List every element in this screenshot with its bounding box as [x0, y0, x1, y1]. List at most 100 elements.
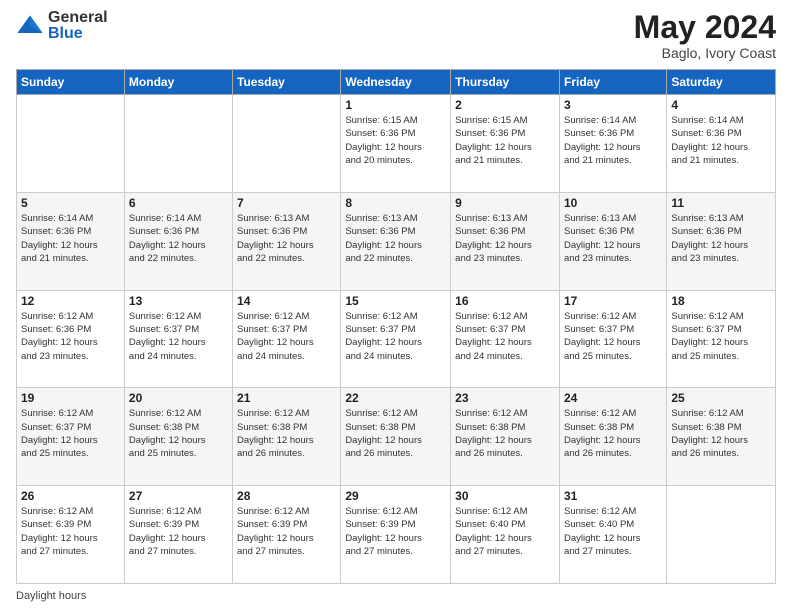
day-header-tuesday: Tuesday — [233, 70, 341, 95]
calendar-cell: 9Sunrise: 6:13 AM Sunset: 6:36 PM Daylig… — [451, 192, 560, 290]
day-number: 12 — [21, 294, 120, 308]
generalblue-icon — [16, 12, 44, 40]
day-number: 8 — [345, 196, 446, 210]
day-info: Sunrise: 6:15 AM Sunset: 6:36 PM Dayligh… — [455, 114, 555, 167]
calendar-cell — [233, 95, 341, 193]
day-info: Sunrise: 6:12 AM Sunset: 6:36 PM Dayligh… — [21, 310, 120, 363]
day-info: Sunrise: 6:12 AM Sunset: 6:39 PM Dayligh… — [21, 505, 120, 558]
day-number: 2 — [455, 98, 555, 112]
day-info: Sunrise: 6:12 AM Sunset: 6:38 PM Dayligh… — [129, 407, 228, 460]
day-info: Sunrise: 6:14 AM Sunset: 6:36 PM Dayligh… — [564, 114, 662, 167]
day-info: Sunrise: 6:14 AM Sunset: 6:36 PM Dayligh… — [671, 114, 771, 167]
month-year: May 2024 — [634, 10, 776, 45]
calendar-week-row: 26 Sunrise: 6:12 AM Sunset: 6:39 PM Dayli… — [17, 486, 776, 584]
calendar-cell: 7Sunrise: 6:13 AM Sunset: 6:36 PM Daylig… — [233, 192, 341, 290]
calendar-cell: 15 Sunrise: 6:12 AM Sunset: 6:37 PM Dayli… — [341, 290, 451, 388]
day-info: Sunrise: 6:12 AM Sunset: 6:37 PM Dayligh… — [671, 310, 771, 363]
title-block: May 2024 Baglo, Ivory Coast — [634, 10, 776, 61]
day-number: 25 — [671, 391, 771, 405]
calendar-cell: 31Sunrise: 6:12 AM Sunset: 6:40 PM Dayli… — [559, 486, 666, 584]
day-info: Sunrise: 6:14 AM Sunset: 6:36 PM Dayligh… — [129, 212, 228, 265]
calendar-cell: 25 Sunrise: 6:12 AM Sunset: 6:38 PM Dayli… — [667, 388, 776, 486]
calendar-cell: 27 Sunrise: 6:12 AM Sunset: 6:39 PM Dayli… — [124, 486, 232, 584]
day-info: Sunrise: 6:15 AM Sunset: 6:36 PM Dayligh… — [345, 114, 446, 167]
calendar-cell: 17 Sunrise: 6:12 AM Sunset: 6:37 PM Dayli… — [559, 290, 666, 388]
header: General Blue May 2024 Baglo, Ivory Coast — [16, 10, 776, 61]
calendar-cell: 14Sunrise: 6:12 AM Sunset: 6:37 PM Dayli… — [233, 290, 341, 388]
calendar-week-row: 19Sunrise: 6:12 AM Sunset: 6:37 PM Dayli… — [17, 388, 776, 486]
day-number: 10 — [564, 196, 662, 210]
day-number: 5 — [21, 196, 120, 210]
calendar-cell: 24 Sunrise: 6:12 AM Sunset: 6:38 PM Dayli… — [559, 388, 666, 486]
day-number: 18 — [671, 294, 771, 308]
calendar-cell: 23 Sunrise: 6:12 AM Sunset: 6:38 PM Dayli… — [451, 388, 560, 486]
day-number: 14 — [237, 294, 336, 308]
logo: General Blue — [16, 10, 108, 42]
day-number: 15 — [345, 294, 446, 308]
day-number: 24 — [564, 391, 662, 405]
day-number: 23 — [455, 391, 555, 405]
calendar-cell: 21Sunrise: 6:12 AM Sunset: 6:38 PM Dayli… — [233, 388, 341, 486]
day-info: Sunrise: 6:12 AM Sunset: 6:37 PM Dayligh… — [129, 310, 228, 363]
calendar-cell: 8 Sunrise: 6:13 AM Sunset: 6:36 PM Daylig… — [341, 192, 451, 290]
day-info: Sunrise: 6:13 AM Sunset: 6:36 PM Dayligh… — [564, 212, 662, 265]
calendar: SundayMondayTuesdayWednesdayThursdayFrid… — [16, 69, 776, 584]
day-number: 21 — [237, 391, 336, 405]
calendar-cell: 1 Sunrise: 6:15 AM Sunset: 6:36 PM Daylig… — [341, 95, 451, 193]
calendar-cell: 18 Sunrise: 6:12 AM Sunset: 6:37 PM Dayli… — [667, 290, 776, 388]
calendar-cell: 6 Sunrise: 6:14 AM Sunset: 6:36 PM Daylig… — [124, 192, 232, 290]
calendar-cell: 11Sunrise: 6:13 AM Sunset: 6:36 PM Dayli… — [667, 192, 776, 290]
day-info: Sunrise: 6:12 AM Sunset: 6:38 PM Dayligh… — [671, 407, 771, 460]
calendar-week-row: 1 Sunrise: 6:15 AM Sunset: 6:36 PM Daylig… — [17, 95, 776, 193]
day-number: 17 — [564, 294, 662, 308]
calendar-cell: 3 Sunrise: 6:14 AM Sunset: 6:36 PM Daylig… — [559, 95, 666, 193]
day-info: Sunrise: 6:12 AM Sunset: 6:40 PM Dayligh… — [455, 505, 555, 558]
calendar-cell: 26 Sunrise: 6:12 AM Sunset: 6:39 PM Dayli… — [17, 486, 125, 584]
day-info: Sunrise: 6:12 AM Sunset: 6:37 PM Dayligh… — [564, 310, 662, 363]
day-header-thursday: Thursday — [451, 70, 560, 95]
day-header-wednesday: Wednesday — [341, 70, 451, 95]
calendar-cell: 16Sunrise: 6:12 AM Sunset: 6:37 PM Dayli… — [451, 290, 560, 388]
footer: Daylight hours — [16, 590, 776, 602]
day-header-sunday: Sunday — [17, 70, 125, 95]
day-info: Sunrise: 6:12 AM Sunset: 6:39 PM Dayligh… — [237, 505, 336, 558]
day-number: 26 — [21, 489, 120, 503]
calendar-cell: 5 Sunrise: 6:14 AM Sunset: 6:36 PM Daylig… — [17, 192, 125, 290]
day-info: Sunrise: 6:12 AM Sunset: 6:38 PM Dayligh… — [455, 407, 555, 460]
calendar-cell: 2 Sunrise: 6:15 AM Sunset: 6:36 PM Daylig… — [451, 95, 560, 193]
day-info: Sunrise: 6:12 AM Sunset: 6:38 PM Dayligh… — [345, 407, 446, 460]
day-info: Sunrise: 6:12 AM Sunset: 6:39 PM Dayligh… — [345, 505, 446, 558]
calendar-cell: 19Sunrise: 6:12 AM Sunset: 6:37 PM Dayli… — [17, 388, 125, 486]
day-number: 3 — [564, 98, 662, 112]
day-info: Sunrise: 6:12 AM Sunset: 6:38 PM Dayligh… — [564, 407, 662, 460]
day-info: Sunrise: 6:12 AM Sunset: 6:40 PM Dayligh… — [564, 505, 662, 558]
calendar-cell: 12 Sunrise: 6:12 AM Sunset: 6:36 PM Dayli… — [17, 290, 125, 388]
day-info: Sunrise: 6:14 AM Sunset: 6:36 PM Dayligh… — [21, 212, 120, 265]
calendar-cell: 20 Sunrise: 6:12 AM Sunset: 6:38 PM Dayli… — [124, 388, 232, 486]
day-number: 20 — [129, 391, 228, 405]
day-info: Sunrise: 6:13 AM Sunset: 6:36 PM Dayligh… — [237, 212, 336, 265]
day-info: Sunrise: 6:13 AM Sunset: 6:36 PM Dayligh… — [671, 212, 771, 265]
day-info: Sunrise: 6:12 AM Sunset: 6:37 PM Dayligh… — [21, 407, 120, 460]
calendar-cell: 22 Sunrise: 6:12 AM Sunset: 6:38 PM Dayli… — [341, 388, 451, 486]
calendar-cell — [17, 95, 125, 193]
location: Baglo, Ivory Coast — [634, 45, 776, 61]
day-number: 27 — [129, 489, 228, 503]
day-info: Sunrise: 6:12 AM Sunset: 6:37 PM Dayligh… — [345, 310, 446, 363]
logo-blue: Blue — [48, 26, 108, 42]
day-number: 13 — [129, 294, 228, 308]
day-header-saturday: Saturday — [667, 70, 776, 95]
day-number: 29 — [345, 489, 446, 503]
day-info: Sunrise: 6:13 AM Sunset: 6:36 PM Dayligh… — [345, 212, 446, 265]
day-info: Sunrise: 6:13 AM Sunset: 6:36 PM Dayligh… — [455, 212, 555, 265]
day-number: 6 — [129, 196, 228, 210]
logo-text: General Blue — [48, 10, 108, 42]
calendar-cell: 30Sunrise: 6:12 AM Sunset: 6:40 PM Dayli… — [451, 486, 560, 584]
day-header-friday: Friday — [559, 70, 666, 95]
calendar-cell: 29 Sunrise: 6:12 AM Sunset: 6:39 PM Dayli… — [341, 486, 451, 584]
day-info: Sunrise: 6:12 AM Sunset: 6:39 PM Dayligh… — [129, 505, 228, 558]
day-number: 22 — [345, 391, 446, 405]
day-number: 1 — [345, 98, 446, 112]
calendar-cell: 10 Sunrise: 6:13 AM Sunset: 6:36 PM Dayli… — [559, 192, 666, 290]
logo-general: General — [48, 10, 108, 26]
